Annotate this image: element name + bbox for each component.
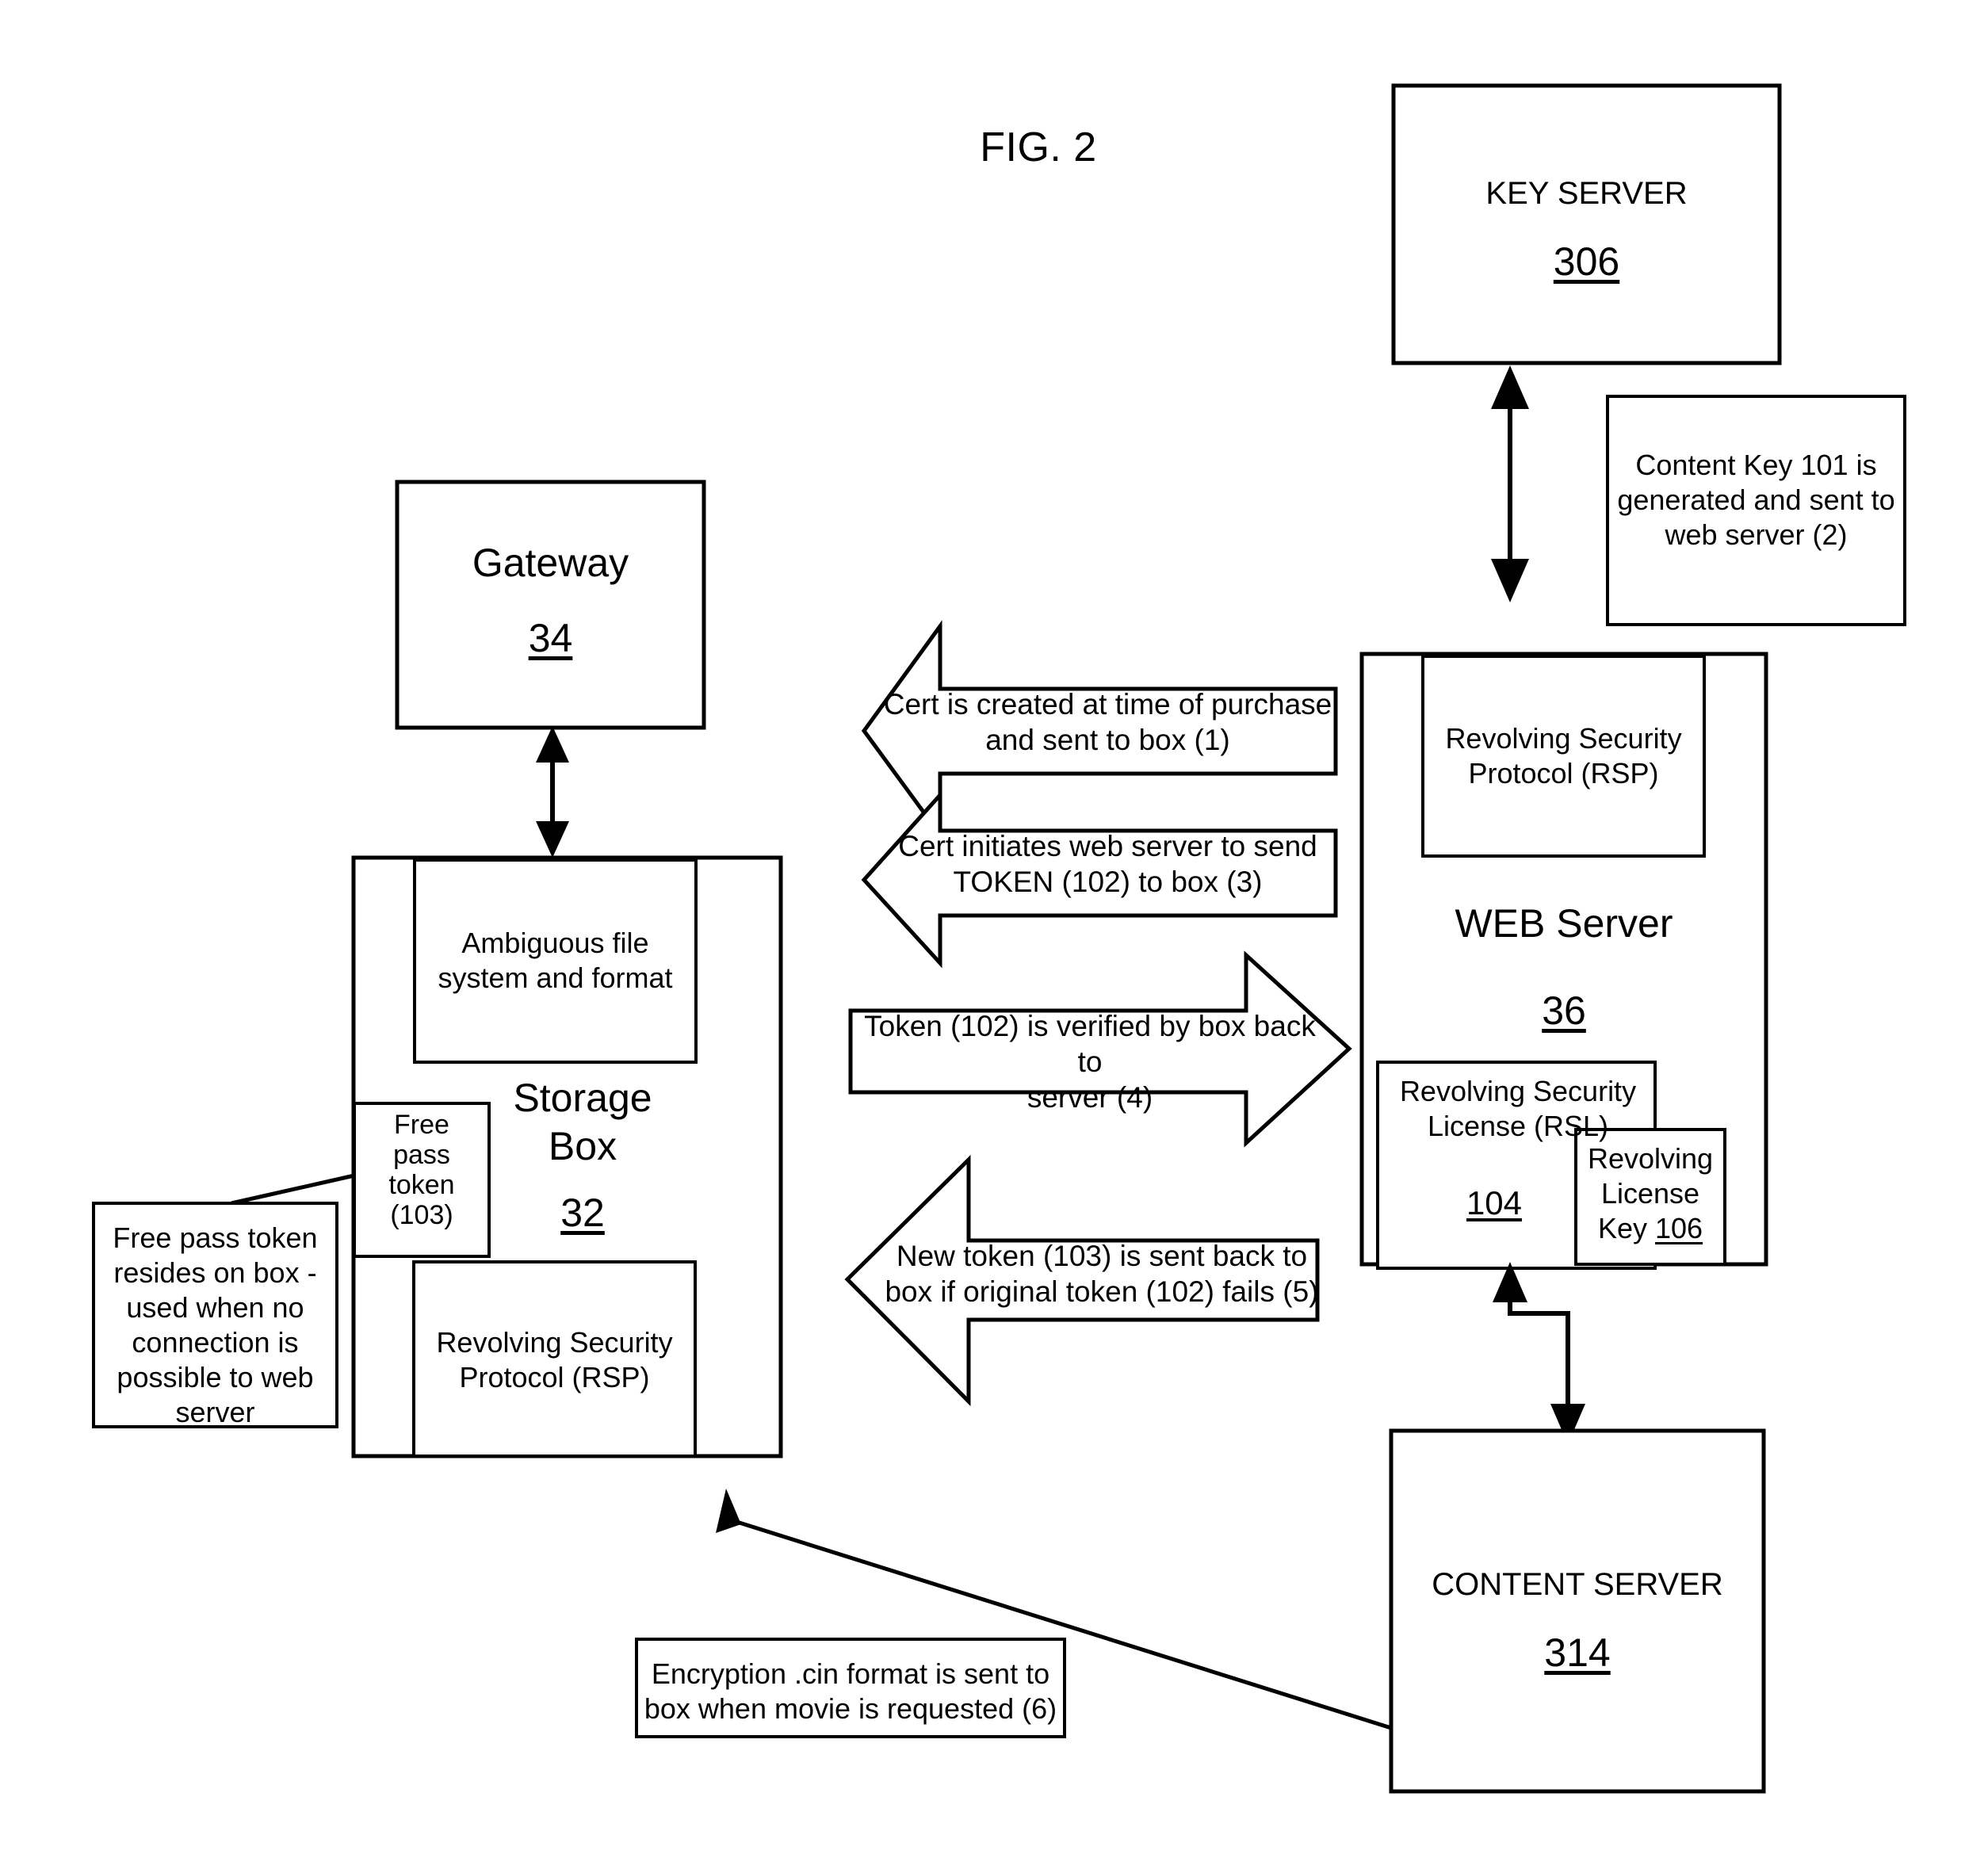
web-server-content-server-connector [1493, 1262, 1585, 1444]
key-server-ref: 306 [1553, 239, 1620, 284]
revolving-security-license-ref: 104 [1466, 1184, 1523, 1221]
key-server-box [1391, 83, 1782, 365]
web-server-label: WEB Server [1455, 901, 1673, 946]
free-pass-token-label: Free pass token (103) [388, 1110, 455, 1231]
figure-title: FIG. 2 [980, 124, 1097, 170]
gateway-storage-box-connector [536, 726, 569, 858]
content-key-note-text: Content Key 101 is generated and sent to… [1617, 449, 1895, 551]
gateway-box [395, 480, 706, 730]
storage-box-label: Storage Box [513, 1076, 652, 1168]
ambiguous-file-system-label: Ambiguous file system and format [438, 927, 673, 994]
gateway-ref: 34 [528, 616, 573, 660]
web-server-rsp-label: Revolving Security Protocol (RSP) [1445, 722, 1682, 789]
content-server-box [1389, 1428, 1766, 1794]
storage-box-ref: 32 [560, 1191, 605, 1235]
content-server-label: CONTENT SERVER [1432, 1567, 1723, 1602]
content-server-ref: 314 [1544, 1630, 1611, 1675]
key-server-web-server-connector [1491, 365, 1529, 602]
gateway-label: Gateway [472, 541, 629, 585]
callout-text-step-3: Cert initiates web server to send TOKEN … [898, 830, 1317, 899]
key-server-label: KEY SERVER [1485, 176, 1688, 211]
callout-text-step-1: Cert is created at time of purchase and … [883, 688, 1332, 757]
revolving-license-key-ref: 106 [1654, 1211, 1703, 1244]
callout-text-step-5: New token (103) is sent back to box if o… [885, 1240, 1319, 1309]
free-pass-note-leader [231, 1173, 355, 1206]
storage-box-rsp-label: Revolving Security Protocol (RSP) [436, 1326, 673, 1393]
web-server-ref: 36 [1542, 988, 1586, 1033]
revolving-security-license-label: Revolving Security License (RSL) [1399, 1075, 1637, 1142]
revolving-license-key-label: Revolving License Key 106 [1577, 1141, 1723, 1246]
free-pass-note-text: Free pass token resides on box - used wh… [113, 1221, 318, 1428]
encryption-note-text: Encryption .cin format is sent to box wh… [644, 1657, 1057, 1725]
patent-figure-2: FIG. 2 KEY SERVER 306 Content Key 101 is… [0, 0, 1988, 1854]
callout-text-step-4: Token (102) is verified by box back to s… [864, 1010, 1316, 1114]
